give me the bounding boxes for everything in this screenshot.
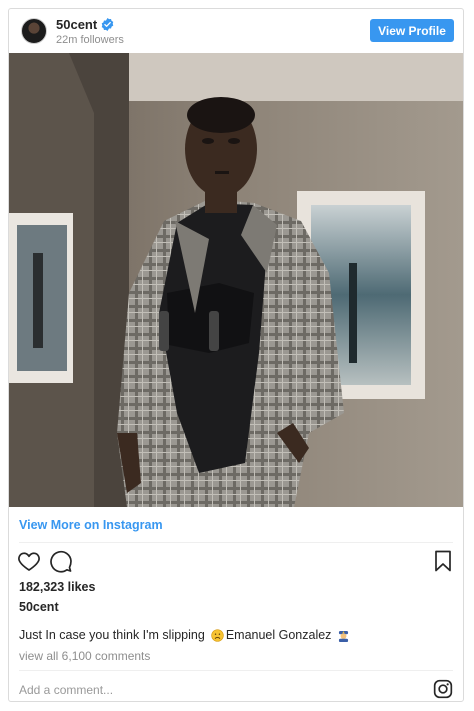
divider <box>19 670 453 671</box>
caption-text: Just In case you think I'm slipping <box>19 628 205 642</box>
caption-mention[interactable]: Emanuel Gonzalez <box>226 628 332 642</box>
followers-count: 22m followers <box>56 34 124 46</box>
avatar[interactable] <box>21 18 47 44</box>
action-bar <box>17 549 455 575</box>
add-comment-input[interactable] <box>19 683 419 697</box>
police-officer-emoji-icon <box>339 630 349 642</box>
likes-count: 182,323 likes <box>19 580 96 594</box>
post-photo-illustration <box>9 53 463 507</box>
view-more-on-instagram-link[interactable]: View More on Instagram <box>19 518 163 532</box>
divider <box>19 542 453 543</box>
post-header: 50cent 22m followers View Profile <box>9 9 463 53</box>
post-owner-username[interactable]: 50cent <box>19 600 59 614</box>
caption: Just In case you think I'm slipping Eman… <box>19 628 350 642</box>
post-photo[interactable] <box>9 53 463 507</box>
view-all-comments-link[interactable]: view all 6,100 comments <box>19 649 150 663</box>
verified-badge-icon <box>101 18 114 31</box>
view-profile-button[interactable]: View Profile <box>370 19 454 42</box>
heart-icon[interactable] <box>17 549 41 573</box>
instagram-logo-icon[interactable] <box>433 679 453 699</box>
comment-icon[interactable] <box>49 549 73 573</box>
username-row: 50cent <box>56 17 114 32</box>
instagram-embed-card: 50cent 22m followers View Profile View M… <box>8 8 464 702</box>
bookmark-icon[interactable] <box>431 549 455 573</box>
worried-face-emoji-icon <box>211 628 224 642</box>
username[interactable]: 50cent <box>56 17 97 32</box>
